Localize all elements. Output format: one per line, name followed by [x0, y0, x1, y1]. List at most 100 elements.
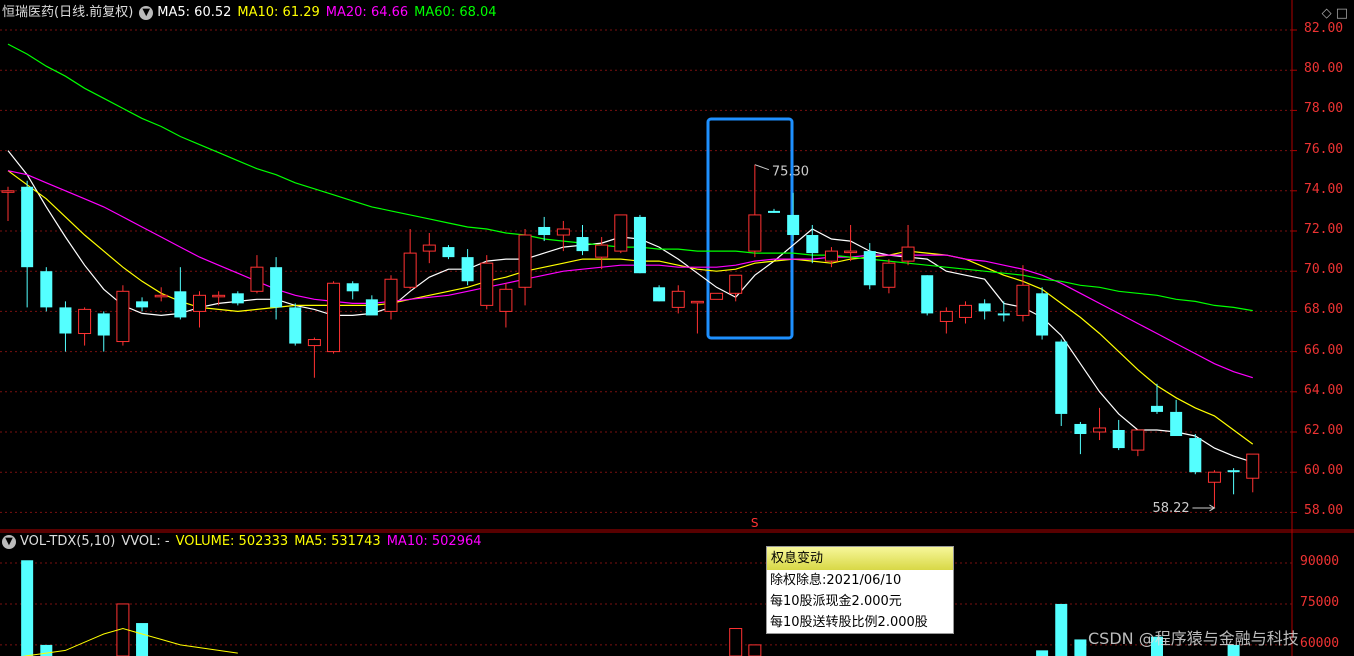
low-label: 58.22 [1152, 501, 1189, 516]
candle-body [538, 226, 551, 236]
annotations: 75.30 58.22 S [751, 164, 1216, 530]
candle [1093, 407, 1107, 441]
indicator-menu-icon[interactable]: ▼ [2, 534, 16, 549]
candle [289, 303, 302, 346]
price-tick-label: 66.00 [1304, 342, 1344, 358]
candle-body [231, 293, 244, 304]
candle-body [212, 294, 226, 298]
candle-body [978, 303, 991, 312]
ma20-label: MA20: 64.66 [325, 5, 409, 20]
candle-body [1170, 411, 1183, 437]
candle-body [250, 266, 264, 292]
candle [863, 243, 876, 290]
stock-title: 恒瑞医药(日线.前复权) [2, 5, 134, 20]
candle [270, 257, 283, 320]
candle [901, 224, 915, 266]
candle-body [844, 250, 858, 254]
dividend-popup: 权息变动 除权除息:2021/06/10 每10股派现金2.000元 每10股送… [766, 546, 954, 634]
candle [1074, 421, 1087, 455]
candle-body [97, 313, 110, 336]
high-label: 75.30 [772, 165, 809, 180]
candle [1207, 470, 1221, 509]
candle-body [136, 301, 149, 308]
candle-body [1093, 427, 1107, 433]
price-tick-label: 58.00 [1304, 503, 1344, 519]
candle-body [403, 252, 417, 288]
candle-body [270, 267, 283, 308]
candle-body [901, 246, 915, 262]
candle-body [556, 228, 570, 236]
kline-chart[interactable]: 75.30 58.22 S [0, 0, 1354, 656]
candle [768, 208, 780, 213]
candle-body [422, 244, 436, 252]
candle-body [748, 214, 762, 252]
candle-body [939, 310, 953, 322]
candle [384, 275, 398, 320]
volume-label: VOLUME: 502333 [175, 534, 289, 549]
candle-body [653, 287, 666, 302]
maximize-icon[interactable]: □ [1336, 6, 1348, 21]
price-tick-label: 74.00 [1304, 181, 1344, 197]
candle-body [40, 271, 53, 308]
candle [78, 307, 92, 346]
candle [787, 192, 800, 242]
candle [403, 228, 417, 290]
candle [576, 224, 589, 256]
ma10-label: MA10: 61.29 [237, 5, 320, 20]
candle-body [921, 275, 934, 314]
candle [538, 216, 551, 242]
candle [346, 281, 359, 300]
candle-body [327, 282, 341, 353]
price-tick-label: 72.00 [1304, 222, 1344, 237]
candle [690, 300, 704, 334]
volume-header: ▼ VOL-TDX(5,10) VVOL: - VOLUME: 502333 MA5: … [2, 533, 488, 551]
price-grid [0, 0, 1354, 656]
candle [442, 245, 455, 260]
candle [921, 275, 934, 316]
candle-body [1151, 405, 1163, 412]
candle [136, 297, 149, 312]
candle-body [1207, 471, 1221, 483]
candle [499, 283, 513, 328]
candle [939, 307, 953, 334]
candle-body [1016, 284, 1030, 316]
settings-icon[interactable]: ▼ [139, 5, 154, 20]
candle [653, 285, 666, 302]
vol-ma5-label: MA5: 531743 [294, 534, 381, 549]
candle-body [576, 237, 589, 252]
window-controls[interactable]: ◇ □ [1322, 6, 1348, 21]
candle-body [614, 214, 628, 252]
candle [1036, 287, 1049, 340]
volume-bar [21, 560, 34, 656]
volume-bar [748, 644, 762, 656]
candle-body [461, 257, 474, 282]
candle [1189, 434, 1202, 475]
candle-body [1036, 293, 1049, 336]
candles[interactable] [1, 164, 1260, 509]
candle-body [1189, 438, 1202, 473]
high-arrow [754, 164, 770, 171]
vol-name: VOL-TDX(5,10) [20, 534, 116, 549]
candle [97, 311, 110, 352]
candle-body [174, 291, 187, 318]
ex-dividend-marker: S [751, 516, 759, 530]
candle [154, 287, 168, 302]
volume-bar [1074, 639, 1087, 656]
diamond-icon[interactable]: ◇ [1322, 6, 1332, 21]
candle [174, 267, 187, 320]
candle-body [1112, 429, 1125, 449]
candle-body [346, 283, 359, 292]
candle [824, 247, 838, 268]
price-tick-label: 64.00 [1304, 382, 1344, 398]
candle-body [997, 313, 1010, 316]
candle [250, 255, 264, 294]
candle [1246, 453, 1260, 493]
popup-line-3: 每10股送转股比例2.000股 [770, 615, 928, 630]
candle-body [633, 216, 646, 274]
candle-body [78, 308, 92, 335]
candle [327, 281, 341, 354]
ma-line-ma60 [7, 43, 1253, 312]
volume-bar [1055, 603, 1068, 656]
candle-body [499, 288, 513, 312]
candle-body [671, 290, 685, 308]
